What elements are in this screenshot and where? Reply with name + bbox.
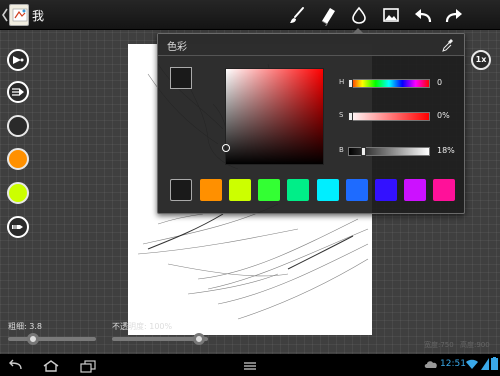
redo-icon [445,9,462,23]
action-bar: 我 [0,0,500,30]
cloud-icon [424,361,437,368]
pen-cap-button[interactable] [7,216,29,238]
brush-type-button[interactable] [7,49,29,71]
signal-icon [481,358,489,370]
palette-color-3[interactable] [229,179,251,201]
pen-tip-icon [13,56,24,64]
eraser-icon [321,8,335,28]
color-drop-button[interactable] [348,4,370,26]
brightness-label: B [339,146,344,154]
app-logo[interactable] [9,4,29,26]
brush-button[interactable] [286,4,308,26]
hue-label: H [339,78,345,86]
color-picker-header: 色彩 [158,34,464,56]
sv-cursor[interactable] [222,144,230,152]
nav-home-button[interactable] [41,358,61,372]
eraser-button[interactable] [316,4,338,28]
saturation-value: 0% [437,111,450,120]
palette-color-9[interactable] [404,179,426,201]
brightness-slider[interactable]: B 18% [336,144,456,160]
thickness-slider-track[interactable] [8,337,96,341]
saturation-track[interactable] [348,112,430,121]
hue-slider[interactable]: H 0 [336,76,456,92]
brightness-thumb[interactable] [361,147,366,156]
nav-back-button[interactable] [5,358,25,372]
palette-color-1[interactable] [170,179,192,201]
redo-button[interactable] [443,4,465,26]
current-color-swatch [170,67,192,89]
home-icon [43,360,59,372]
canvas-width-readout: 宽度:750 [424,341,454,349]
brush-icon [290,7,304,23]
image-button[interactable] [380,4,402,26]
saturation-brightness-square[interactable] [222,68,324,165]
saturation-thumb[interactable] [348,112,353,121]
palette-color-10[interactable] [433,179,455,201]
opacity-label: 不透明度: 100% [112,322,173,331]
swatch-black[interactable] [7,115,29,137]
opacity-slider-thumb[interactable] [193,333,205,345]
hue-track[interactable] [348,79,430,88]
brightness-value: 18% [437,146,455,155]
recents-icon [80,360,96,373]
hue-value: 0 [437,78,443,87]
brush-style-icon [12,88,24,96]
saturation-slider[interactable]: S 0% [336,109,456,125]
system-navigation-bar: 12:51 [0,354,500,376]
palette-color-7[interactable] [346,179,368,201]
image-icon [383,8,399,22]
swatch-lime[interactable] [7,182,29,204]
undo-button[interactable] [412,4,434,26]
eyedropper-icon[interactable] [441,37,455,53]
back-icon [9,359,22,370]
drop-icon [352,6,366,24]
palette-color-5[interactable] [287,179,309,201]
menu-icon [244,362,256,370]
palette-color-8[interactable] [375,179,397,201]
color-picker-dialog: 色彩 H 0 S 0% B 18% [157,28,465,214]
palette-color-4[interactable] [258,179,280,201]
pen-cap-icon [12,225,23,229]
clock: 12:51 [440,359,466,369]
thickness-slider-thumb[interactable] [27,333,39,345]
hue-thumb[interactable] [348,79,353,88]
color-picker-title: 色彩 [167,42,187,53]
wifi-icon [466,359,478,369]
swatch-orange[interactable] [7,148,29,170]
app-title: 我 [32,9,45,23]
nav-menu-button[interactable] [240,358,260,372]
nav-recents-button[interactable] [78,358,98,373]
thickness-label: 粗细: 3.8 [8,322,42,331]
zoom-level-badge[interactable]: 1x [471,50,491,70]
battery-icon [491,357,498,370]
palette-color-6[interactable] [317,179,339,201]
undo-icon [415,9,432,23]
saturation-label: S [339,111,344,119]
palette-color-2[interactable] [200,179,222,201]
canvas-height-readout: 高度:900 [460,341,490,349]
back-chevron-icon[interactable] [1,8,9,22]
brush-style-button[interactable] [7,81,29,103]
